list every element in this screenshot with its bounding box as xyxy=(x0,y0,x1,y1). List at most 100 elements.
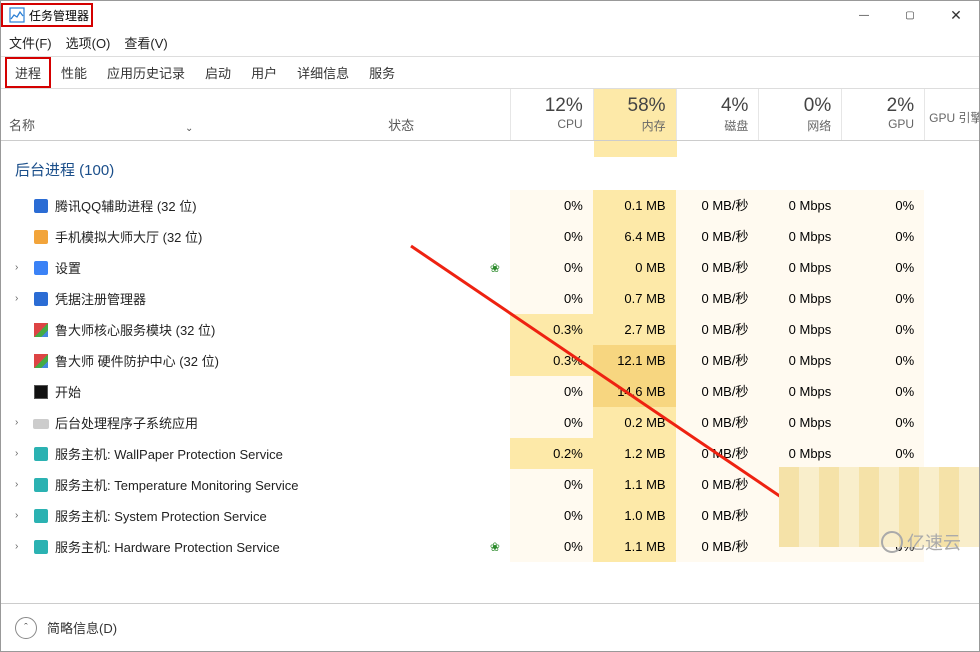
tab-performance[interactable]: 性能 xyxy=(51,57,97,88)
cell-network: 0 Mbps xyxy=(758,190,841,221)
column-status[interactable]: 状态 xyxy=(380,89,510,140)
cell-gpu: 0% xyxy=(841,314,924,345)
cell-memory: 1.1 MB xyxy=(593,469,676,500)
cell-memory: 1.2 MB xyxy=(593,438,676,469)
table-row[interactable]: 鲁大师核心服务模块 (32 位)0.3%2.7 MB0 MB/秒0 Mbps0% xyxy=(1,314,979,345)
expand-icon[interactable]: › xyxy=(15,293,29,304)
cell-gpu: 0% xyxy=(841,283,924,314)
expand-icon[interactable]: › xyxy=(15,510,29,521)
tab-startup[interactable]: 启动 xyxy=(195,57,241,88)
column-gpu-engine[interactable]: GPU 引擎 xyxy=(924,89,979,140)
process-icon xyxy=(33,198,49,214)
process-icon xyxy=(33,260,49,276)
process-icon xyxy=(33,415,49,431)
cell-disk: 0 MB/秒 xyxy=(676,314,759,345)
cell-memory: 0.7 MB xyxy=(593,283,676,314)
cell-memory: 14.6 MB xyxy=(593,376,676,407)
watermark-logo-icon xyxy=(881,531,903,553)
cell-cpu: 0% xyxy=(510,500,593,531)
minimize-button[interactable]: — xyxy=(841,1,887,29)
process-name: 服务主机: System Protection Service xyxy=(55,506,267,525)
cell-gpu: 0% xyxy=(841,438,924,469)
table-row[interactable]: ›设置❀0%0 MB0 MB/秒0 Mbps0% xyxy=(1,252,979,283)
app-icon xyxy=(9,7,25,23)
tab-users[interactable]: 用户 xyxy=(241,57,287,88)
table-row[interactable]: 开始0%14.6 MB0 MB/秒0 Mbps0% xyxy=(1,376,979,407)
column-cpu[interactable]: 12% CPU xyxy=(510,89,593,140)
table-row[interactable]: ›凭据注册管理器0%0.7 MB0 MB/秒0 Mbps0% xyxy=(1,283,979,314)
menu-options[interactable]: 选项(O) xyxy=(66,33,111,52)
cell-network: 0 Mbps xyxy=(758,438,841,469)
cell-cpu: 0% xyxy=(510,531,593,562)
process-name: 服务主机: Temperature Monitoring Service xyxy=(55,475,298,494)
column-headers: 名称 ⌄ 状态 12% CPU 58% 内存 4% 磁盘 0% 网络 2% GP… xyxy=(1,89,979,141)
expand-icon[interactable]: › xyxy=(15,479,29,490)
cell-memory: 0.1 MB xyxy=(593,190,676,221)
process-name: 鲁大师 硬件防护中心 (32 位) xyxy=(55,351,219,370)
maximize-button[interactable]: ▢ xyxy=(887,1,933,29)
process-name: 服务主机: Hardware Protection Service xyxy=(55,537,280,556)
column-network[interactable]: 0% 网络 xyxy=(758,89,841,140)
cell-network: 0 Mbps xyxy=(758,345,841,376)
column-gpu[interactable]: 2% GPU xyxy=(841,89,924,140)
cell-cpu: 0% xyxy=(510,190,593,221)
watermark: 亿速云 xyxy=(881,529,961,555)
cell-gpu: 0% xyxy=(841,221,924,252)
expand-icon[interactable]: › xyxy=(15,417,29,428)
cell-cpu: 0% xyxy=(510,221,593,252)
process-icon xyxy=(33,446,49,462)
cell-gpu: 0% xyxy=(841,345,924,376)
tab-services[interactable]: 服务 xyxy=(359,57,405,88)
memory-highlight-strip xyxy=(594,141,677,157)
table-row[interactable]: ›后台处理程序子系统应用0%0.2 MB0 MB/秒0 Mbps0% xyxy=(1,407,979,438)
cell-memory: 1.0 MB xyxy=(593,500,676,531)
process-icon xyxy=(33,539,49,555)
chevron-up-icon[interactable]: ˆ xyxy=(15,617,37,639)
cell-disk: 0 MB/秒 xyxy=(676,500,759,531)
column-disk[interactable]: 4% 磁盘 xyxy=(676,89,759,140)
group-background-processes[interactable]: 后台进程 (100) xyxy=(1,141,979,190)
menu-file[interactable]: 文件(F) xyxy=(9,33,52,52)
cell-memory: 1.1 MB xyxy=(593,531,676,562)
expand-icon[interactable]: › xyxy=(15,541,29,552)
process-icon xyxy=(33,384,49,400)
table-row[interactable]: 鲁大师 硬件防护中心 (32 位)0.3%12.1 MB0 MB/秒0 Mbps… xyxy=(1,345,979,376)
cell-disk: 0 MB/秒 xyxy=(676,345,759,376)
cell-gpu: 0% xyxy=(841,376,924,407)
window-title: 任务管理器 xyxy=(29,7,89,24)
process-name: 开始 xyxy=(55,382,81,401)
cell-network: 0 Mbps xyxy=(758,376,841,407)
cell-cpu: 0% xyxy=(510,252,593,283)
table-row[interactable]: 手机模拟大师大厅 (32 位)0%6.4 MB0 MB/秒0 Mbps0% xyxy=(1,221,979,252)
expand-icon[interactable]: › xyxy=(15,448,29,459)
cell-disk: 0 MB/秒 xyxy=(676,438,759,469)
cell-cpu: 0% xyxy=(510,283,593,314)
process-list: 后台进程 (100) 腾讯QQ辅助进程 (32 位)0%0.1 MB0 MB/秒… xyxy=(1,141,979,603)
menu-view[interactable]: 查看(V) xyxy=(124,33,167,52)
column-name[interactable]: 名称 ⌄ xyxy=(1,89,380,140)
cell-gpu: 0% xyxy=(841,190,924,221)
close-button[interactable]: ✕ xyxy=(933,1,979,29)
tab-details[interactable]: 详细信息 xyxy=(287,57,359,88)
tab-app-history[interactable]: 应用历史记录 xyxy=(97,57,195,88)
process-name: 设置 xyxy=(55,258,81,277)
footer: ˆ 简略信息(D) xyxy=(1,603,979,651)
cell-network: 0 Mbps xyxy=(758,314,841,345)
process-status: ❀ xyxy=(380,540,510,554)
process-name: 凭据注册管理器 xyxy=(55,289,146,308)
tab-processes[interactable]: 进程 xyxy=(5,57,51,88)
process-name: 后台处理程序子系统应用 xyxy=(55,413,198,432)
cell-network: 0 Mbps xyxy=(758,283,841,314)
table-row[interactable]: ›服务主机: WallPaper Protection Service0.2%1… xyxy=(1,438,979,469)
expand-icon[interactable]: › xyxy=(15,262,29,273)
title-annotation-box: 任务管理器 xyxy=(1,3,93,27)
table-row[interactable]: 腾讯QQ辅助进程 (32 位)0%0.1 MB0 MB/秒0 Mbps0% xyxy=(1,190,979,221)
cell-disk: 0 MB/秒 xyxy=(676,190,759,221)
fewer-details-button[interactable]: 简略信息(D) xyxy=(47,618,117,637)
cell-cpu: 0% xyxy=(510,469,593,500)
cell-memory: 6.4 MB xyxy=(593,221,676,252)
column-memory[interactable]: 58% 内存 xyxy=(593,89,676,140)
cell-disk: 0 MB/秒 xyxy=(676,469,759,500)
cell-cpu: 0.3% xyxy=(510,314,593,345)
cell-memory: 0.2 MB xyxy=(593,407,676,438)
